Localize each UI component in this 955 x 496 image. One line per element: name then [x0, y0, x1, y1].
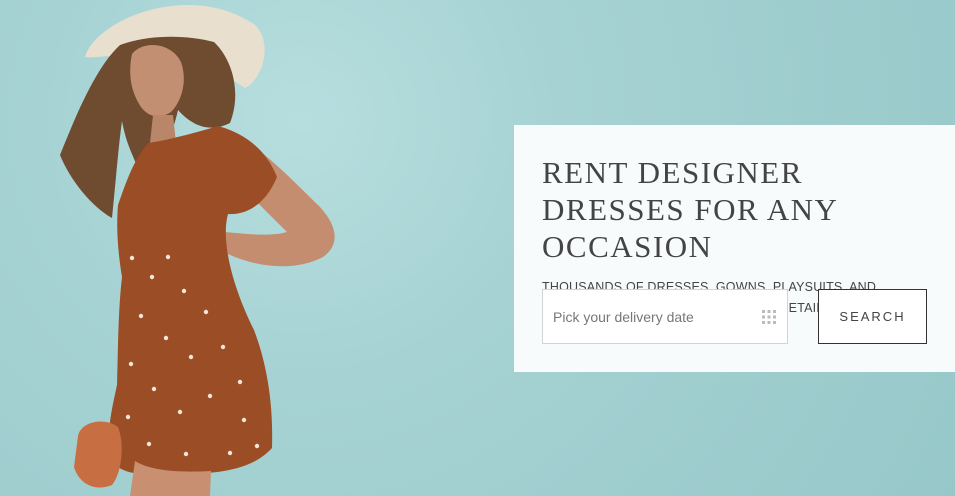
delivery-date-field[interactable] — [542, 289, 788, 344]
hero-banner: RENT DESIGNER DRESSES FOR ANY OCCASION T… — [0, 0, 955, 496]
grid-icon[interactable] — [761, 309, 777, 325]
hero-panel: RENT DESIGNER DRESSES FOR ANY OCCASION T… — [514, 125, 955, 372]
dress — [108, 126, 277, 475]
clutch — [74, 421, 122, 488]
search-button[interactable]: SEARCH — [818, 289, 927, 344]
hero-headline: RENT DESIGNER DRESSES FOR ANY OCCASION — [542, 155, 838, 264]
search-controls: SEARCH — [542, 289, 928, 344]
model-image — [60, 5, 335, 496]
delivery-date-input[interactable] — [543, 290, 753, 343]
